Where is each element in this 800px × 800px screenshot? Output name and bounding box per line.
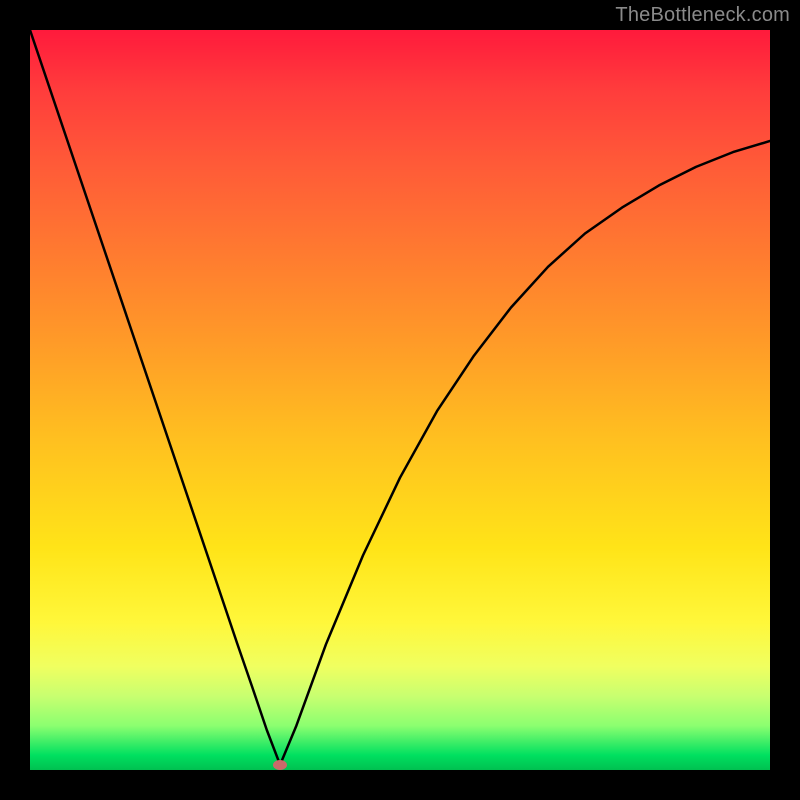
minimum-marker — [273, 760, 287, 770]
plot-area — [30, 30, 770, 770]
watermark-label: TheBottleneck.com — [615, 4, 790, 27]
bottleneck-curve — [30, 30, 770, 770]
chart-container: TheBottleneck.com — [0, 0, 800, 800]
